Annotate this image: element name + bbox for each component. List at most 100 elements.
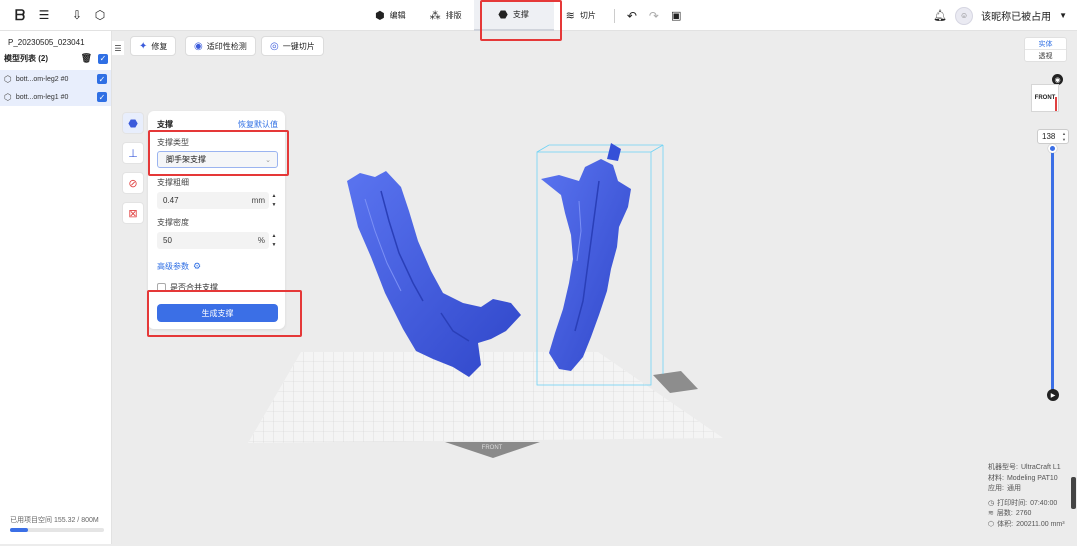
volume-value: 200211.00 mm³ — [1016, 520, 1065, 528]
support-density-unit: % — [257, 236, 265, 245]
select-all-checkbox[interactable]: ✓ — [98, 53, 108, 64]
transparent-view-option[interactable]: 透视 — [1025, 50, 1066, 62]
slice-icon: ≋ — [565, 10, 575, 22]
one-click-slice-button[interactable]: ◎ 一键切片 — [261, 36, 324, 56]
chevron-down-icon[interactable]: ▼ — [1059, 11, 1067, 20]
model-list-label: 模型列表 (2) — [4, 54, 48, 63]
support-density-value: 50 — [163, 236, 172, 245]
stepper-up-icon[interactable]: ▲ — [270, 192, 278, 200]
clear-support-button[interactable]: ⊠ — [122, 202, 144, 224]
merge-support-checkbox[interactable] — [157, 283, 166, 292]
clock-icon: ◷ — [988, 499, 995, 507]
support-type-value: 脚手架支撑 — [166, 155, 206, 164]
merge-support-label: 是否合并支撑 — [170, 283, 218, 292]
model-list-header: 模型列表 (2) 🗑︎ ✓ — [4, 53, 108, 64]
machine-model-label: 机器型号: — [988, 464, 1018, 471]
generate-support-button[interactable]: 生成支撑 — [157, 304, 278, 322]
main-tabs: ⬢ 编辑 ⁂ 排版 ⬣ 支撑 ≋ 切片 ↶ ↷ ▣ — [363, 0, 687, 31]
layer-slider-track[interactable] — [1051, 151, 1054, 393]
gear-icon: ⚙ — [193, 261, 202, 271]
layer-input[interactable]: 138 ▲ ▼ — [1037, 129, 1069, 144]
play-button[interactable]: ▶ — [1047, 389, 1059, 401]
divider — [613, 8, 615, 23]
stepper-down-icon[interactable]: ▼ — [270, 241, 278, 249]
print-time-label: 打印时间: — [997, 499, 1028, 507]
play-icon: ▶ — [1050, 392, 1056, 399]
import-icon[interactable]: ⇩ — [68, 6, 86, 24]
redo-button[interactable]: ↷ — [643, 0, 665, 31]
layers-value: 2760 — [1015, 510, 1032, 517]
tab-layout-label: 排版 — [445, 11, 462, 20]
model-right[interactable] — [541, 143, 631, 371]
support-density-stepper[interactable]: ▲ ▼ — [270, 232, 278, 249]
support-type-label: 支撑类型 — [157, 138, 189, 147]
one-click-slice-label: 一键切片 — [282, 41, 315, 51]
model-item[interactable]: ⬡ bott...om-leg1 #0 ✓ — [0, 88, 111, 106]
undo-button[interactable]: ↶ — [621, 0, 643, 31]
bell-icon[interactable]: 🔔︎ — [933, 9, 947, 22]
use-label: 应用: — [988, 485, 1004, 492]
save-button[interactable]: ▣ — [665, 0, 687, 31]
front-marker-label: FRONT — [482, 445, 503, 451]
stepper-up-icon[interactable]: ▲ — [270, 232, 278, 240]
trash-icon[interactable]: 🗑︎ — [81, 53, 92, 64]
support-thickness-input[interactable]: 0.47 mm — [157, 192, 269, 209]
solid-view-option[interactable]: 实体 — [1025, 38, 1066, 50]
tab-layout[interactable]: ⁂ 排版 — [418, 0, 474, 31]
undo-icon: ↶ — [626, 8, 637, 23]
support-thickness-label: 支撑粗细 — [157, 178, 189, 187]
redo-icon: ↷ — [648, 8, 659, 23]
add-support-icon: ⊥ — [128, 147, 138, 160]
tab-edit[interactable]: ⬢ 编辑 — [363, 0, 418, 31]
username[interactable]: 该昵称已被占用 — [981, 8, 1051, 23]
support-thickness-unit: mm — [251, 196, 265, 205]
model-name: bott...om-leg2 #0 — [15, 75, 69, 83]
support-panel: 支撑 恢复默认值 支撑类型 脚手架支撑 ⌄ 支撑粗细 0.47 mm ▲ ▼ 支撑… — [148, 111, 285, 329]
model-icon: ⬡ — [4, 91, 12, 102]
support-density-input[interactable]: 50 % — [157, 232, 269, 249]
material-value: Modeling PAT10 — [1006, 474, 1058, 482]
storage-bar — [10, 528, 104, 532]
support-tool-icon: ⬣ — [128, 117, 138, 130]
machine-info: 机器型号: UltraCraft L1 材料: Modeling PAT10 应用:… — [988, 463, 1065, 530]
storage-value: 155.32 / 800M — [53, 517, 99, 524]
add-support-button[interactable]: ⊥ — [122, 142, 144, 164]
repair-button[interactable]: ✦ 修复 — [130, 36, 177, 56]
storage-usage: 已用项目空间 155.32 / 800M — [10, 515, 99, 525]
machine-model-value: UltraCraft L1 — [1020, 464, 1061, 471]
stepper-down-icon[interactable]: ▼ — [270, 201, 278, 209]
user-area: 🔔︎ ☺ 该昵称已被占用 ▼ — [933, 0, 1067, 31]
menu-icon[interactable]: ☰ — [35, 6, 53, 24]
model-item[interactable]: ⬡ bott...om-leg2 #0 ✓ — [0, 70, 111, 88]
advanced-params-link[interactable]: 高级参数 ⚙ — [157, 261, 201, 272]
scrollbar[interactable] — [1071, 477, 1076, 509]
model-left[interactable] — [347, 171, 521, 377]
plate-corner-marker — [653, 371, 698, 393]
use-value: 通用 — [1006, 485, 1021, 492]
support-type-select[interactable]: 脚手架支撑 ⌄ — [157, 151, 278, 168]
tab-slice[interactable]: ≋ 切片 — [554, 0, 608, 31]
project-name: P_20230505_023041 — [8, 38, 85, 47]
view-mode-toggle: 实体 透视 — [1024, 37, 1067, 62]
layers-icon: ≋ — [988, 510, 994, 517]
model-checkbox[interactable]: ✓ — [97, 92, 107, 102]
layer-slider-handle[interactable] — [1048, 144, 1057, 153]
support-thickness-stepper[interactable]: ▲ ▼ — [270, 192, 278, 209]
remove-support-button[interactable]: ⊘ — [122, 172, 144, 194]
edit-icon: ⬢ — [375, 10, 385, 22]
layer-stepper-icon[interactable]: ▲ ▼ — [1062, 131, 1066, 143]
printability-check-button[interactable]: ◉ 适印性检测 — [185, 36, 256, 56]
support-icon: ⬣ — [498, 9, 508, 21]
layers-label: 层数: — [996, 510, 1013, 517]
chevron-down-icon: ⌄ — [265, 156, 271, 164]
cube-icon[interactable]: ⬡ — [91, 6, 109, 24]
printability-label: 适印性检测 — [206, 41, 247, 51]
merge-support-option[interactable]: 是否合并支撑 — [157, 282, 218, 293]
avatar[interactable]: ☺ — [955, 6, 974, 25]
restore-default-link[interactable]: 恢复默认值 — [238, 119, 278, 130]
storage-bar-fill — [10, 528, 29, 532]
tab-support[interactable]: ⬣ 支撑 — [473, 0, 554, 31]
layout-icon: ⁂ — [429, 10, 441, 22]
support-tool-button[interactable]: ⬣ — [122, 112, 144, 134]
model-checkbox[interactable]: ✓ — [97, 74, 107, 84]
